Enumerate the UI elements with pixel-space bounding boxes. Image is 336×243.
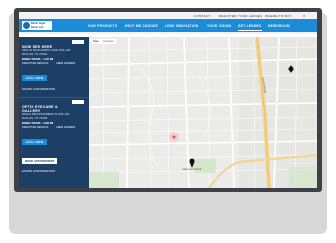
book-appointment-button[interactable]: BOOK APPOINTMENT — [22, 157, 58, 164]
nav-newsroom[interactable]: NEWSROOM — [268, 24, 290, 28]
listing-hours[interactable]: HOURS & INFORMATION — [22, 87, 86, 91]
call-now-button[interactable]: CALL NOW — [22, 138, 48, 145]
topbar-register-link[interactable]: REGISTER YOUR LENSES — [219, 14, 262, 18]
listing-practice-details[interactable]: PRACTICE DETAILS — [22, 125, 48, 129]
topbar-contact-link[interactable]: CONTACT — [194, 14, 210, 18]
map-tab[interactable]: Map — [91, 39, 101, 44]
listing-practice-details[interactable]: PRACTICE DETAILS — [22, 61, 48, 65]
main-nav: Better Sight. Better Life. OUR PRODUCTS … — [19, 19, 317, 32]
brand-logo[interactable]: Better Sight. Better Life. — [22, 21, 52, 30]
utility-bar: CONTACT REGISTER YOUR LENSES WHERE TO BU… — [19, 12, 317, 19]
nav-help-me-choose[interactable]: HELP ME CHOOSE — [125, 24, 158, 28]
logo-tagline: Better Sight. Better Life. — [31, 22, 46, 29]
satellite-tab[interactable]: Satellite — [101, 39, 116, 44]
listing-view-offers[interactable]: VIEW OFFERS — [56, 61, 75, 65]
nav-our-products[interactable]: OUR PRODUCTS — [88, 24, 117, 28]
nav-active-indicator — [238, 30, 262, 31]
nav-get-lenses[interactable]: GET LENSES — [238, 24, 261, 28]
map-canvas[interactable] — [89, 37, 317, 188]
browser-screen: CONTACT REGISTER YOUR LENSES WHERE TO BU… — [19, 12, 317, 188]
results-sidebar: NOW SEE HERE 4161 W NICKHAMPS LAKE STE 1… — [19, 37, 89, 188]
listing-item[interactable]: OPTIX EYECARE & GALLERY 5030 E MOCKINGBI… — [22, 105, 86, 173]
listing-badge — [72, 100, 84, 104]
listing-hours[interactable]: HOURS & INFORMATION — [22, 169, 86, 173]
listing-view-offers[interactable]: VIEW OFFERS — [56, 125, 75, 129]
logo-icon — [23, 22, 30, 29]
listing-item[interactable]: NOW SEE HERE 4161 W NICKHAMPS LAKE STE 1… — [22, 45, 86, 91]
search-icon[interactable]: ⌕ — [303, 13, 306, 18]
map-label-park: Lakewood Park — [182, 167, 202, 171]
call-now-button[interactable]: CALL NOW — [22, 74, 48, 81]
nav-your-vision[interactable]: YOUR VISION — [207, 24, 231, 28]
map-view[interactable]: Map Satellite Lakewood Park Central Expy — [89, 37, 317, 188]
listing-divider — [19, 97, 89, 98]
topbar-where-to-buy-link[interactable]: WHERE TO BUY — [265, 14, 292, 18]
listing-badge — [72, 40, 84, 44]
nav-lens-innovation[interactable]: LENS INNOVATION — [165, 24, 198, 28]
